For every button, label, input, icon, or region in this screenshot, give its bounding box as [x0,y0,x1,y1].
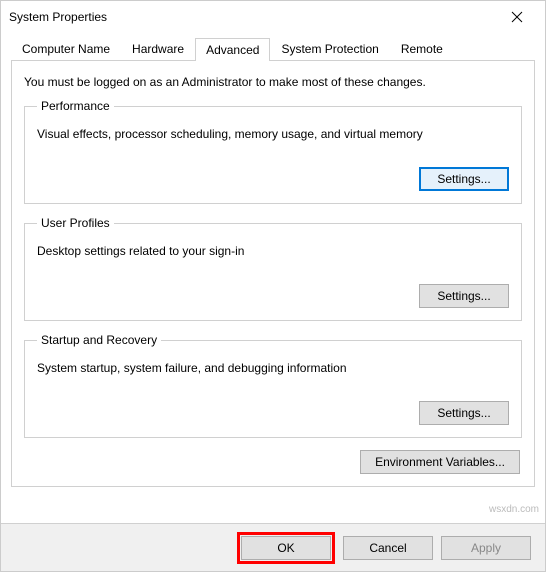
tab-system-protection[interactable]: System Protection [270,37,389,60]
user-profiles-settings-button[interactable]: Settings... [419,284,509,308]
tab-advanced[interactable]: Advanced [195,38,270,61]
user-profiles-desc: Desktop settings related to your sign-in [37,244,509,258]
user-profiles-legend: User Profiles [37,216,114,230]
ok-highlight-box: OK [237,532,335,564]
startup-recovery-legend: Startup and Recovery [37,333,161,347]
titlebar: System Properties [1,1,545,33]
tab-panel-advanced: You must be logged on as an Administrato… [11,61,535,487]
content-area: Computer Name Hardware Advanced System P… [1,33,545,487]
system-properties-window: System Properties Computer Name Hardware… [0,0,546,572]
admin-notice: You must be logged on as an Administrato… [24,75,522,89]
close-icon [511,11,523,23]
startup-recovery-settings-button[interactable]: Settings... [419,401,509,425]
performance-desc: Visual effects, processor scheduling, me… [37,127,509,141]
tab-hardware[interactable]: Hardware [121,37,195,60]
dialog-footer: OK Cancel Apply [1,523,545,571]
cancel-button[interactable]: Cancel [343,536,433,560]
performance-group: Performance Visual effects, processor sc… [24,99,522,204]
performance-legend: Performance [37,99,114,113]
performance-settings-button[interactable]: Settings... [419,167,509,191]
watermark: wsxdn.com [489,504,539,515]
ok-button[interactable]: OK [241,536,331,560]
window-title: System Properties [9,10,497,24]
user-profiles-group: User Profiles Desktop settings related t… [24,216,522,321]
startup-recovery-group: Startup and Recovery System startup, sys… [24,333,522,438]
tab-computer-name[interactable]: Computer Name [11,37,121,60]
apply-button[interactable]: Apply [441,536,531,560]
tab-strip: Computer Name Hardware Advanced System P… [11,37,535,61]
environment-variables-button[interactable]: Environment Variables... [360,450,520,474]
close-button[interactable] [497,3,537,31]
tab-remote[interactable]: Remote [390,37,454,60]
startup-recovery-desc: System startup, system failure, and debu… [37,361,509,375]
